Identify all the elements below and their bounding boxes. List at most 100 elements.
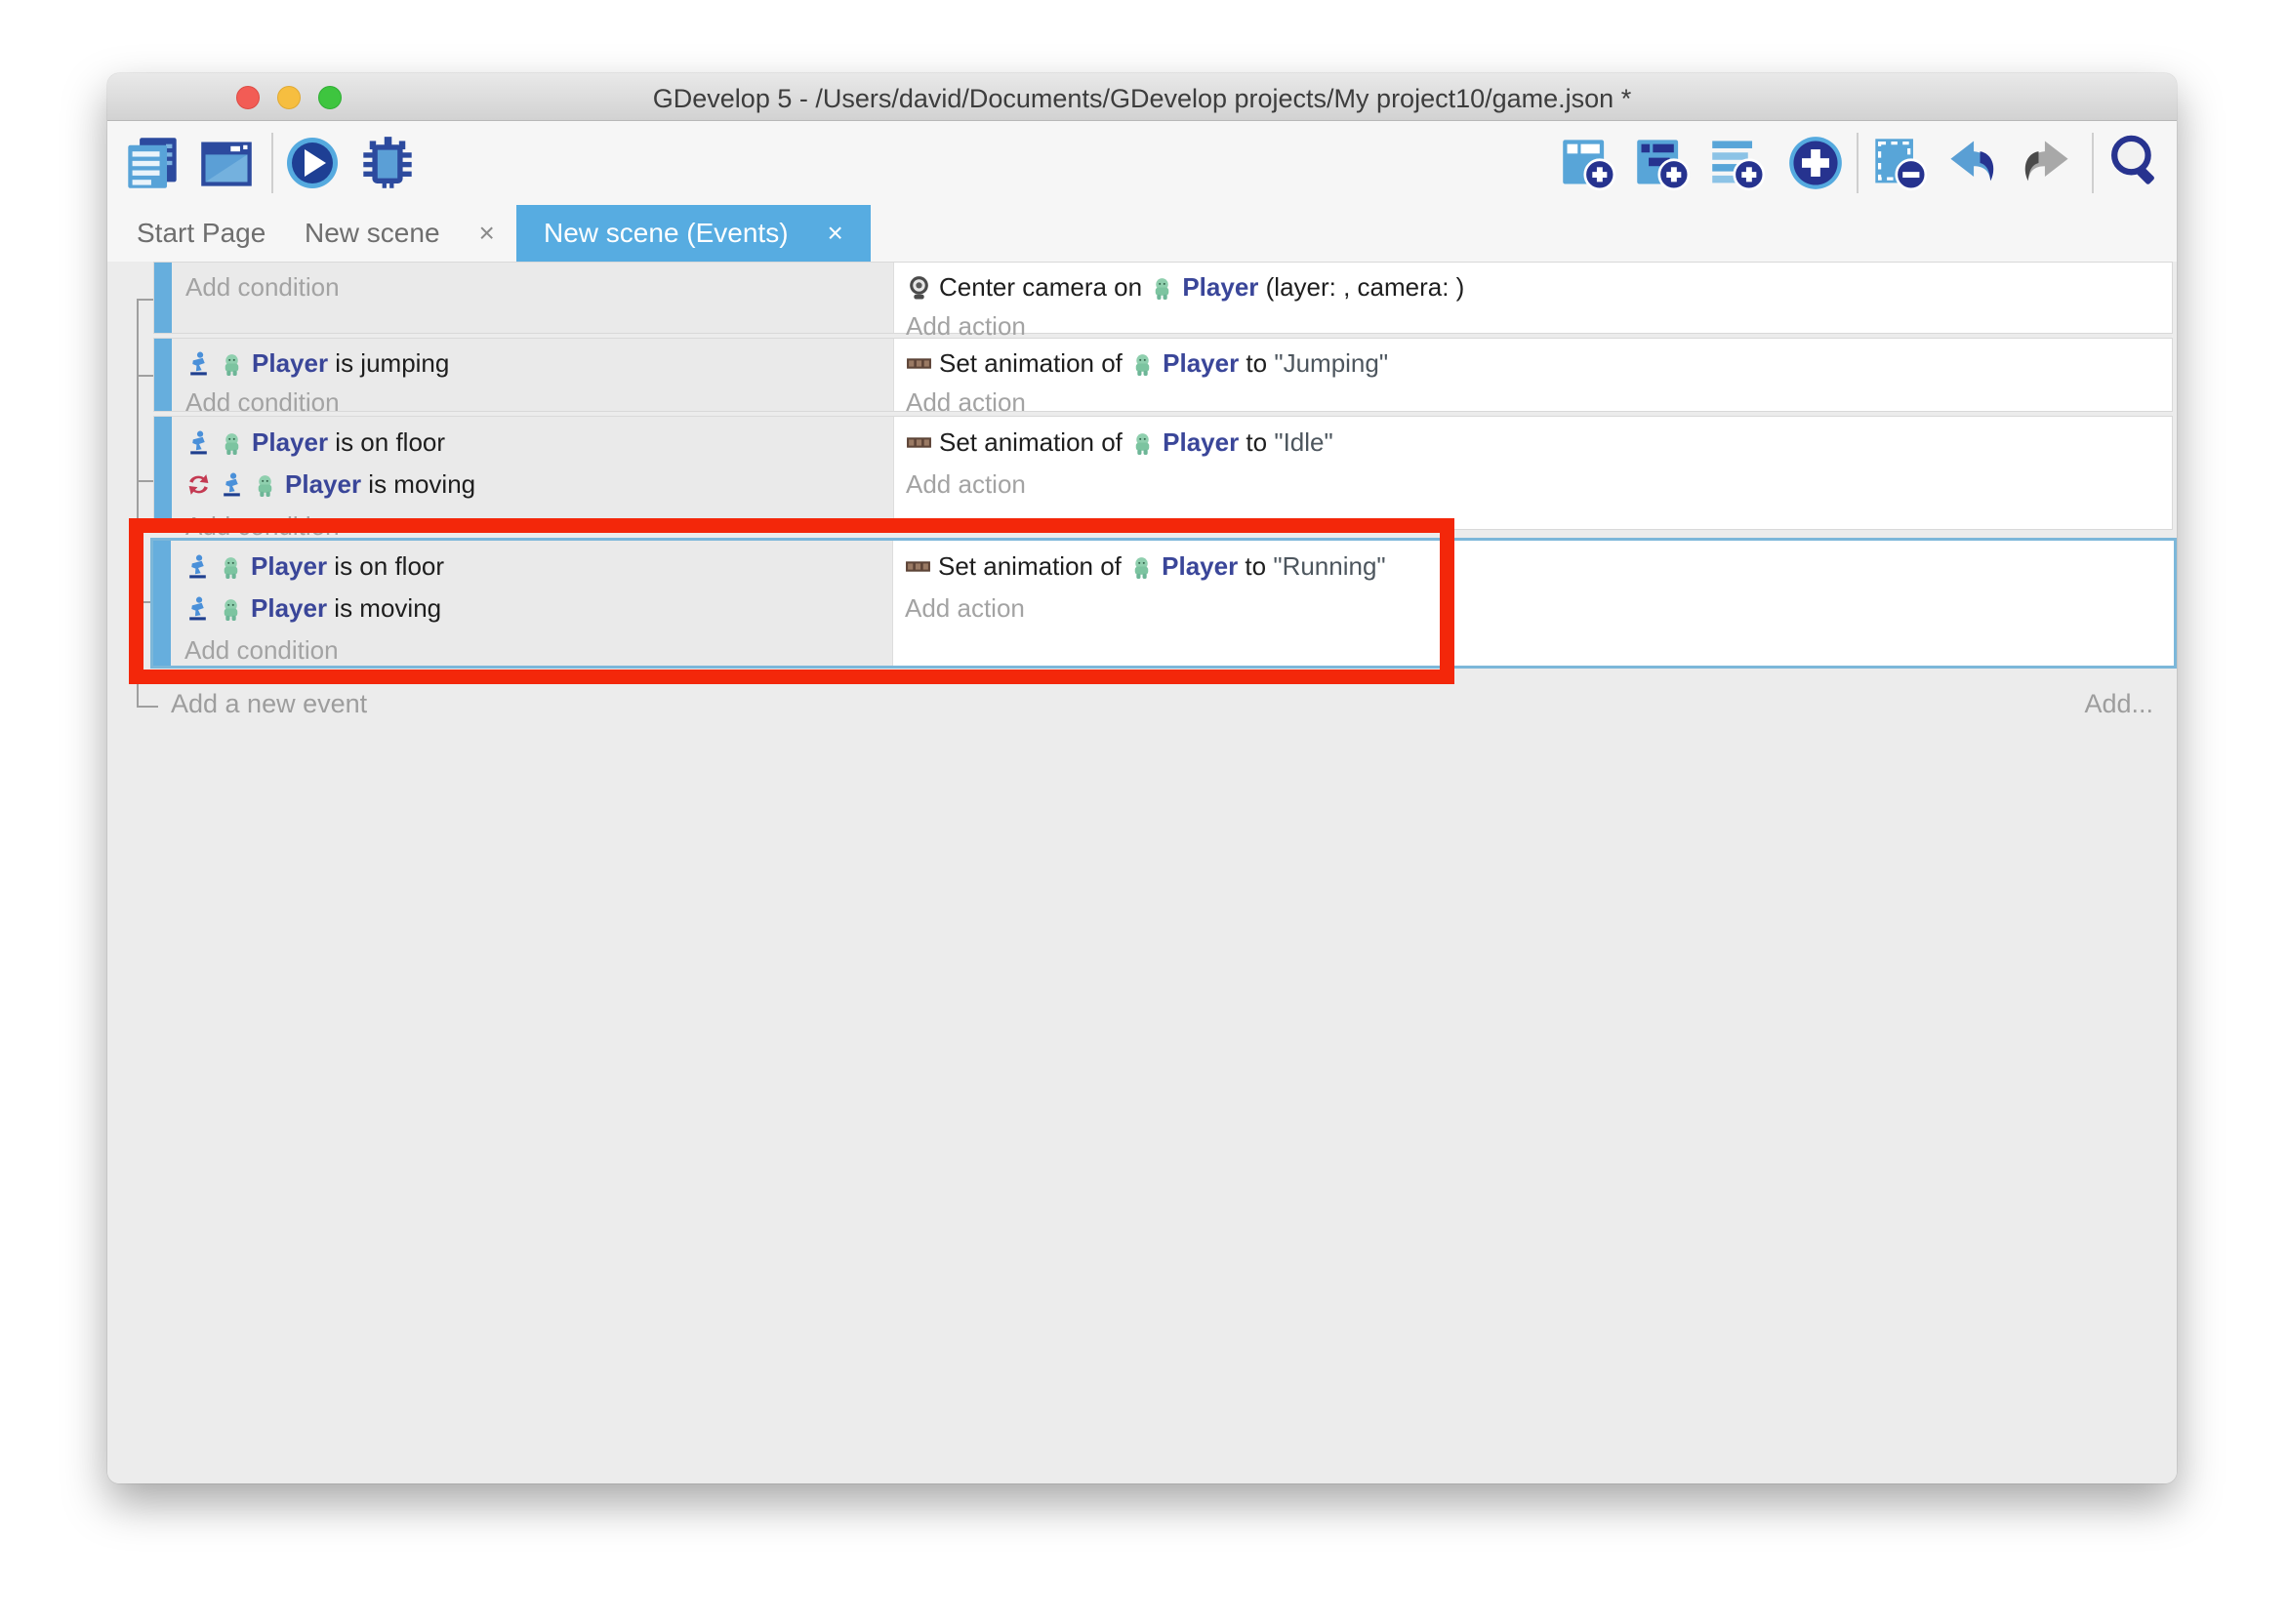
action-text: Set animation of [939,348,1129,379]
player-object-icon [1129,350,1156,377]
camera-icon [906,274,932,301]
event-row: Add condition Center camera on Player (l… [153,262,2173,334]
actions-cell: Set animation of Player to "Jumping" Add… [894,339,2172,411]
gdevelop-window: GDevelop 5 - /Users/david/Documents/GDev… [107,73,2177,1483]
tab-label: New scene [305,218,440,249]
add-subevent-icon[interactable] [1634,135,1691,191]
conditions-cell: Add condition [172,263,894,333]
event-row: Player is on floor Player is moving Add … [153,416,2173,530]
condition-item[interactable]: Player is moving [184,588,892,629]
toolbar-separator [1857,133,1859,193]
undo-icon[interactable] [1944,135,2001,191]
animation-icon [906,429,932,456]
tab-new-scene[interactable]: New scene × [283,205,516,262]
player-object-icon [1129,429,1156,456]
player-object-icon [1149,274,1175,301]
condition-item[interactable]: Player is moving [185,464,893,506]
object-name: Player [1163,427,1239,458]
event-tree-line [137,601,150,603]
condition-item[interactable]: Player is jumping [185,344,893,383]
action-item[interactable]: Set animation of Player to "Idle" [906,422,2172,464]
actions-cell: Set animation of Player to "Idle" Add ac… [894,417,2172,529]
action-item[interactable]: Center camera on Player (layer: , camera… [906,267,2172,306]
main-toolbar [107,121,2177,205]
toolbar-separator [271,133,273,193]
events-sheet: Add condition Center camera on Player (l… [107,262,2177,1483]
condition-text: is on floor [328,427,445,458]
object-name: Player [252,427,328,458]
conditions-cell: Player is on floor Player is moving Add … [171,541,893,666]
action-value: "Running" [1273,551,1385,582]
condition-item[interactable]: Player is on floor [184,546,892,588]
add-action-link[interactable]: Add action [906,464,2172,506]
player-object-icon [218,595,244,622]
event-handle[interactable] [154,417,172,529]
project-manager-icon[interactable] [124,135,181,191]
invert-icon [185,471,212,498]
add-comment-icon[interactable] [1709,135,1766,191]
platformer-icon [184,595,211,622]
close-icon[interactable]: × [828,218,843,249]
scene-editor-icon[interactable] [198,135,255,191]
condition-text: is on floor [327,551,444,582]
add-action-link[interactable]: Add action [905,588,2174,629]
action-value: "Jumping" [1274,348,1388,379]
redo-icon[interactable] [2018,135,2074,191]
action-item[interactable]: Set animation of Player to "Jumping" [906,344,2172,383]
add-new-icon[interactable] [1787,135,1844,191]
platformer-icon [185,429,212,456]
object-name: Player [1162,551,1238,582]
event-row-selected: Player is on floor Player is moving Add … [150,538,2177,669]
object-name: Player [1182,272,1258,303]
player-object-icon [219,350,245,377]
add-condition-link[interactable]: Add condition [185,267,893,306]
object-name: Player [285,469,361,500]
condition-text: is jumping [328,348,449,379]
action-text: Set animation of [938,551,1128,582]
action-text: to [1238,551,1273,582]
actions-cell: Set animation of Player to "Running" Add… [893,541,2174,666]
event-handle[interactable] [154,339,172,411]
play-icon[interactable] [286,135,339,191]
action-value: "Idle" [1274,427,1332,458]
action-text: to [1239,348,1274,379]
animation-icon [905,553,931,580]
event-tree-line [137,480,153,482]
conditions-cell: Player is on floor Player is moving Add … [172,417,894,529]
delete-event-icon[interactable] [1871,135,1928,191]
object-name: Player [251,593,327,624]
editor-tab-bar: Start Page New scene × New scene (Events… [107,205,2177,262]
object-name: Player [252,348,328,379]
object-name: Player [1163,348,1239,379]
platformer-icon [185,350,212,377]
player-object-icon [219,429,245,456]
conditions-cell: Player is jumping Add condition [172,339,894,411]
window-title: GDevelop 5 - /Users/david/Documents/GDev… [107,84,2177,114]
action-text: Center camera on [939,272,1149,303]
event-handle[interactable] [153,541,171,666]
title-bar: GDevelop 5 - /Users/david/Documents/GDev… [107,73,2177,121]
actions-cell: Center camera on Player (layer: , camera… [894,263,2172,333]
tab-new-scene-events[interactable]: New scene (Events) × [516,205,871,262]
add-new-event-link[interactable]: Add a new event [171,689,367,719]
close-icon[interactable]: × [479,218,495,249]
tab-label: New scene (Events) [544,218,789,249]
event-row: Player is jumping Add condition Set anim… [153,338,2173,412]
tab-start-page[interactable]: Start Page [117,205,285,262]
condition-item[interactable]: Player is on floor [185,422,893,464]
action-text: to [1239,427,1274,458]
condition-text: is moving [361,469,475,500]
add-condition-link[interactable]: Add condition [184,629,892,671]
action-text: (layer: , camera: ) [1258,272,1464,303]
add-event-icon[interactable] [1560,135,1616,191]
platformer-icon [184,553,211,580]
event-handle[interactable] [154,263,172,333]
debug-icon[interactable] [359,135,416,191]
tab-label: Start Page [137,218,266,249]
action-item[interactable]: Set animation of Player to "Running" [905,546,2174,588]
action-text: Set animation of [939,427,1129,458]
event-tree-line [137,706,158,708]
search-icon[interactable] [2105,132,2166,192]
add-more-link[interactable]: Add... [2084,689,2153,719]
player-object-icon [1128,553,1155,580]
